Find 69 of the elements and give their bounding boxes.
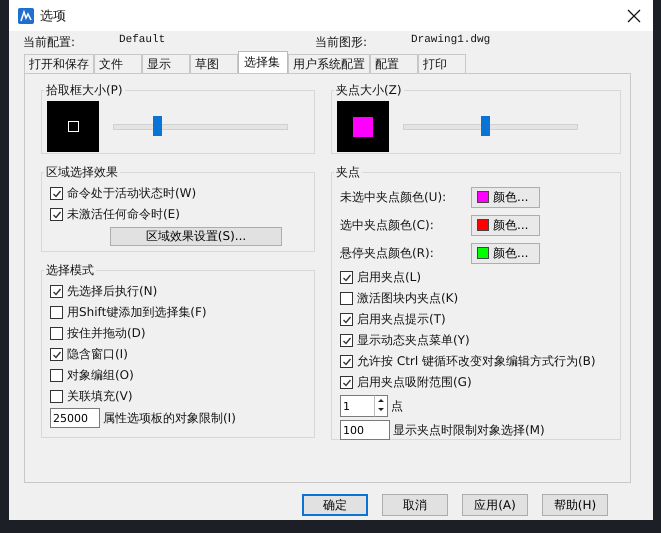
tab[interactable]: 选择集: [238, 51, 288, 73]
checkbox[interactable]: [50, 369, 63, 382]
dialog-button[interactable]: 帮助(H): [542, 494, 608, 516]
group-title: 区域选择效果: [45, 164, 119, 181]
checkbox-label: 允许按 Ctrl 键循环改变对象编辑方式行为(B): [357, 353, 596, 370]
dialog-button[interactable]: 应用(A): [462, 494, 528, 516]
tab[interactable]: 文件: [94, 54, 142, 73]
checkbox[interactable]: [340, 355, 353, 368]
tab[interactable]: 配置: [370, 54, 418, 73]
checkbox-label: 用Shift键添加到选择集(F): [67, 304, 207, 321]
color-label: 选中夹点颜色(C):: [340, 216, 435, 234]
color-label: 悬停夹点颜色(R):: [340, 244, 435, 262]
checkbox[interactable]: [340, 292, 353, 305]
info-value: Drawing1.dwg: [411, 34, 490, 48]
checkbox-label: 对象编组(O): [67, 367, 134, 384]
checkbox[interactable]: [340, 313, 353, 326]
field-label: 显示夹点时限制对象选择(M): [393, 422, 545, 438]
checkbox-label: 按住并拖动(D): [67, 325, 146, 342]
app-icon: [18, 8, 34, 24]
group-title: 拾取框大小(P): [45, 82, 124, 99]
input-field[interactable]: 25000: [50, 408, 100, 428]
checkbox[interactable]: [50, 327, 63, 340]
checkbox[interactable]: [50, 390, 63, 403]
color-label: 未选中夹点颜色(U):: [340, 188, 448, 206]
checkbox-label: 关联填充(V): [67, 388, 133, 405]
checkbox-label: 未激活任何命令时(E): [67, 206, 180, 223]
square-icon: [68, 121, 78, 132]
checkbox-label: 启用夹点提示(T): [357, 311, 446, 328]
dialog-button[interactable]: 取消: [382, 494, 448, 516]
input-field[interactable]: 100: [340, 420, 390, 440]
checkbox-label: 显示动态夹点菜单(Y): [357, 332, 470, 349]
color-button[interactable]: 颜色...: [471, 186, 540, 208]
checkbox[interactable]: [50, 285, 63, 298]
info-label: 当前配置:: [23, 34, 76, 50]
checkbox-label: 隐含窗口(I): [67, 346, 128, 363]
field-label: 点: [391, 398, 403, 414]
checkbox-label: 激活图块内夹点(K): [357, 290, 458, 307]
checkbox[interactable]: [340, 334, 353, 347]
group-title: 夹点: [335, 164, 361, 181]
checkbox[interactable]: [50, 306, 63, 319]
close-icon[interactable]: [627, 8, 641, 22]
tab[interactable]: 草图: [190, 54, 238, 73]
dialog-button[interactable]: 确定: [302, 494, 368, 516]
checkbox[interactable]: [50, 348, 63, 361]
input-field[interactable]: 1: [340, 395, 374, 417]
info-value: Default: [119, 34, 166, 48]
group-title: 夹点大小(Z): [335, 82, 403, 99]
tab[interactable]: 用户系统配置: [288, 54, 370, 73]
info-label: 当前图形:: [315, 34, 368, 50]
tab[interactable]: 显示: [142, 54, 190, 73]
field-label: 属性选项板的对象限制(I): [103, 410, 236, 426]
slider-thumb[interactable]: [481, 116, 490, 136]
tab[interactable]: 打开和保存: [24, 54, 94, 73]
checkbox[interactable]: [340, 271, 353, 284]
group-title: 选择模式: [45, 262, 95, 279]
area-effect-settings-button[interactable]: 区域效果设置(S)...: [110, 227, 282, 246]
checkbox[interactable]: [340, 376, 353, 389]
tab[interactable]: 打印: [418, 54, 466, 73]
color-button[interactable]: 颜色...: [471, 214, 540, 236]
slider-thumb[interactable]: [153, 116, 162, 136]
window-title: 选项: [40, 8, 67, 24]
color-button[interactable]: 颜色...: [471, 242, 540, 264]
checkbox-label: 启用夹点吸附范围(G): [357, 374, 472, 391]
checkbox-label: 命令处于活动状态时(W): [67, 185, 196, 202]
checkbox-label: 先选择后执行(N): [67, 283, 158, 300]
checkbox[interactable]: [50, 208, 63, 221]
checkbox[interactable]: [50, 187, 63, 200]
spin-buttons[interactable]: [374, 395, 388, 417]
checkbox-label: 启用夹点(L): [357, 269, 422, 286]
